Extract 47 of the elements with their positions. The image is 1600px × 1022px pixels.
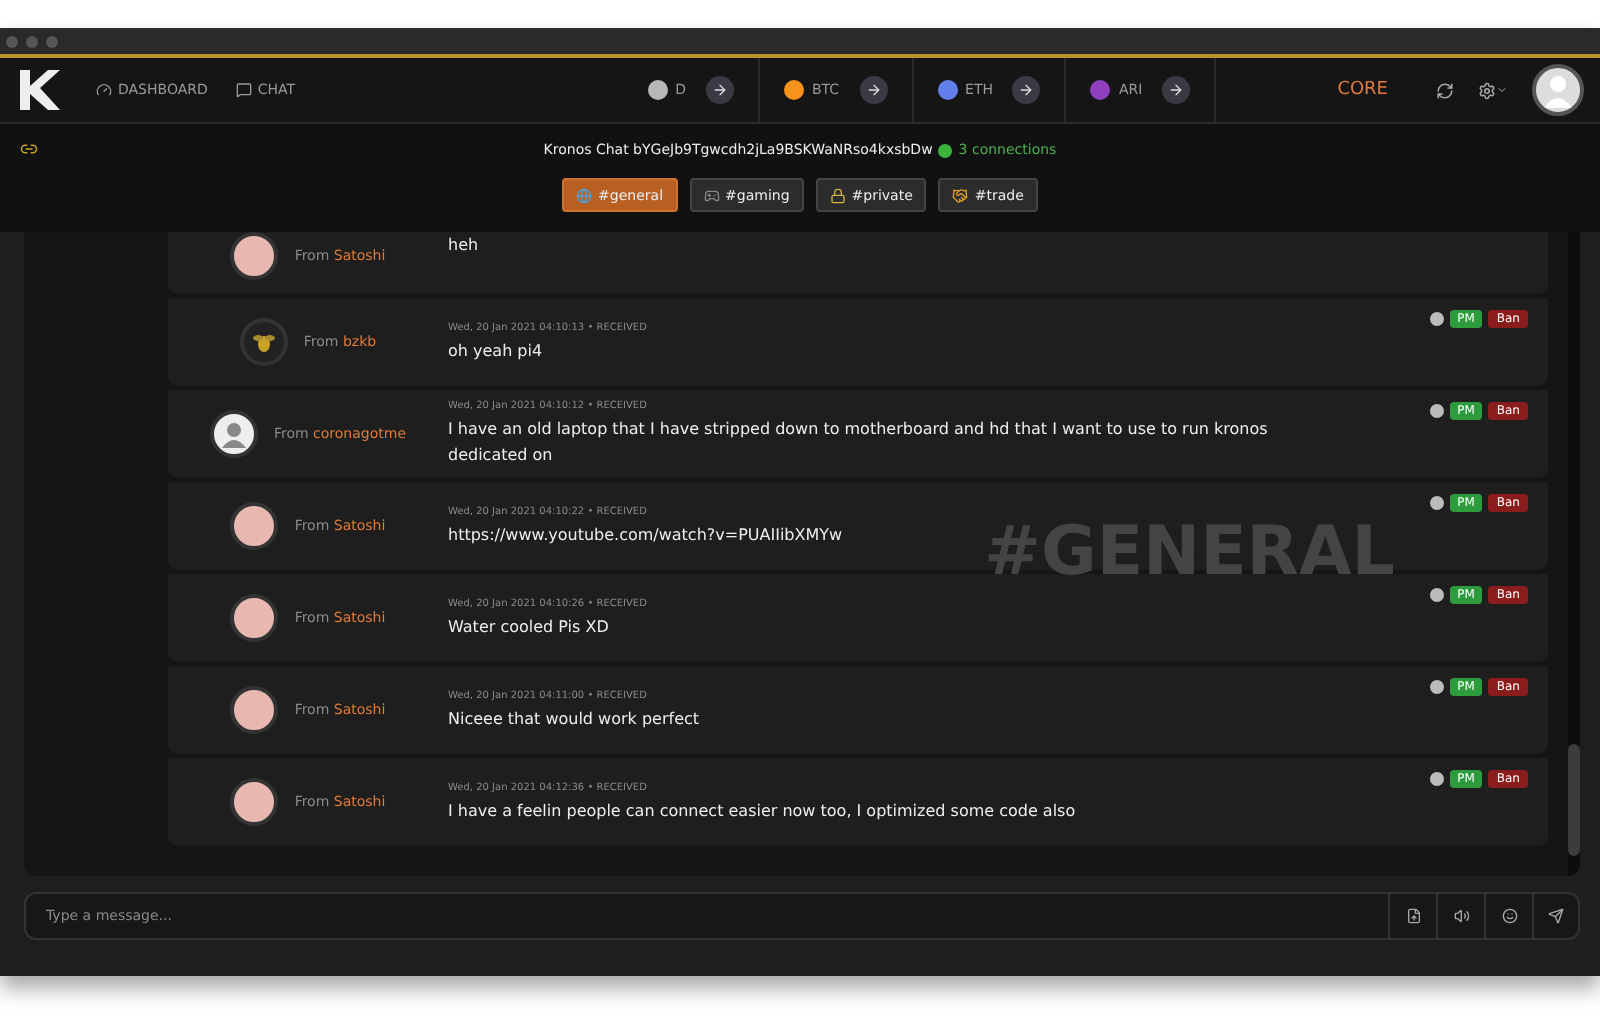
refresh-icon[interactable] bbox=[1436, 81, 1454, 99]
caret-icon bbox=[1496, 84, 1508, 96]
gauge-icon bbox=[96, 82, 112, 98]
gamepad-icon bbox=[703, 187, 720, 203]
message-text: Water cooled Pis XD bbox=[448, 615, 611, 639]
status-dot-icon bbox=[1429, 588, 1444, 602]
arrow-right-icon bbox=[1168, 82, 1185, 98]
avatar-photo-placeholder bbox=[230, 232, 279, 280]
volume-icon[interactable] bbox=[1436, 892, 1484, 940]
logo-icon[interactable] bbox=[16, 68, 64, 112]
arrow-right-button[interactable] bbox=[1162, 76, 1191, 104]
send-icon[interactable] bbox=[1532, 892, 1580, 940]
arrow-right-button[interactable] bbox=[1012, 76, 1041, 104]
scrollbar-thumb[interactable] bbox=[1568, 744, 1580, 856]
avatar-photo-placeholder bbox=[230, 594, 279, 642]
settings-icon bbox=[1478, 81, 1496, 99]
avatar-photo-placeholder bbox=[230, 502, 279, 550]
arrow-right-button[interactable] bbox=[705, 76, 734, 104]
status-dot-icon bbox=[1429, 404, 1444, 418]
avatar-photo-placeholder bbox=[230, 778, 279, 826]
handshake-icon bbox=[952, 187, 969, 203]
smiley-icon[interactable] bbox=[1484, 892, 1532, 940]
message-text: I have a feelin people can connect easier now too, I optimized some code also bbox=[448, 799, 1078, 823]
arrow-right-icon bbox=[711, 82, 728, 98]
message-text: oh yeah pi4 bbox=[448, 339, 545, 363]
globe-icon bbox=[576, 187, 593, 203]
file-upload-icon[interactable] bbox=[1388, 892, 1436, 940]
arrow-right-icon bbox=[865, 82, 882, 98]
link-icon[interactable] bbox=[20, 140, 38, 158]
chat-bubble-icon bbox=[235, 82, 252, 98]
bee-avatar bbox=[239, 318, 288, 366]
status-dot-icon bbox=[1429, 772, 1444, 786]
message-text: I have an old laptop that I have stripped down to motherboard and hd that I want to use to run kronos dedicated on bbox=[448, 418, 1270, 468]
status-dot-icon bbox=[1429, 312, 1444, 326]
user-avatar[interactable] bbox=[1532, 64, 1584, 116]
core-label[interactable]: CORE bbox=[1337, 80, 1388, 100]
arrow-right-icon bbox=[1018, 82, 1035, 98]
arrow-right-button[interactable] bbox=[859, 76, 888, 104]
status-dot-icon bbox=[1429, 680, 1444, 694]
message-text: https://www.youtube.com/watch?v=PUAIIibXMYw bbox=[448, 523, 845, 547]
message-text: heh bbox=[448, 234, 481, 258]
lock-icon bbox=[829, 187, 846, 203]
user-silhouette-avatar bbox=[209, 410, 258, 458]
settings-dropdown-button[interactable] bbox=[1478, 81, 1508, 99]
status-dot-icon bbox=[1429, 496, 1444, 510]
message-text: Niceee that would work perfect bbox=[448, 707, 702, 731]
avatar-photo-placeholder bbox=[230, 686, 279, 734]
